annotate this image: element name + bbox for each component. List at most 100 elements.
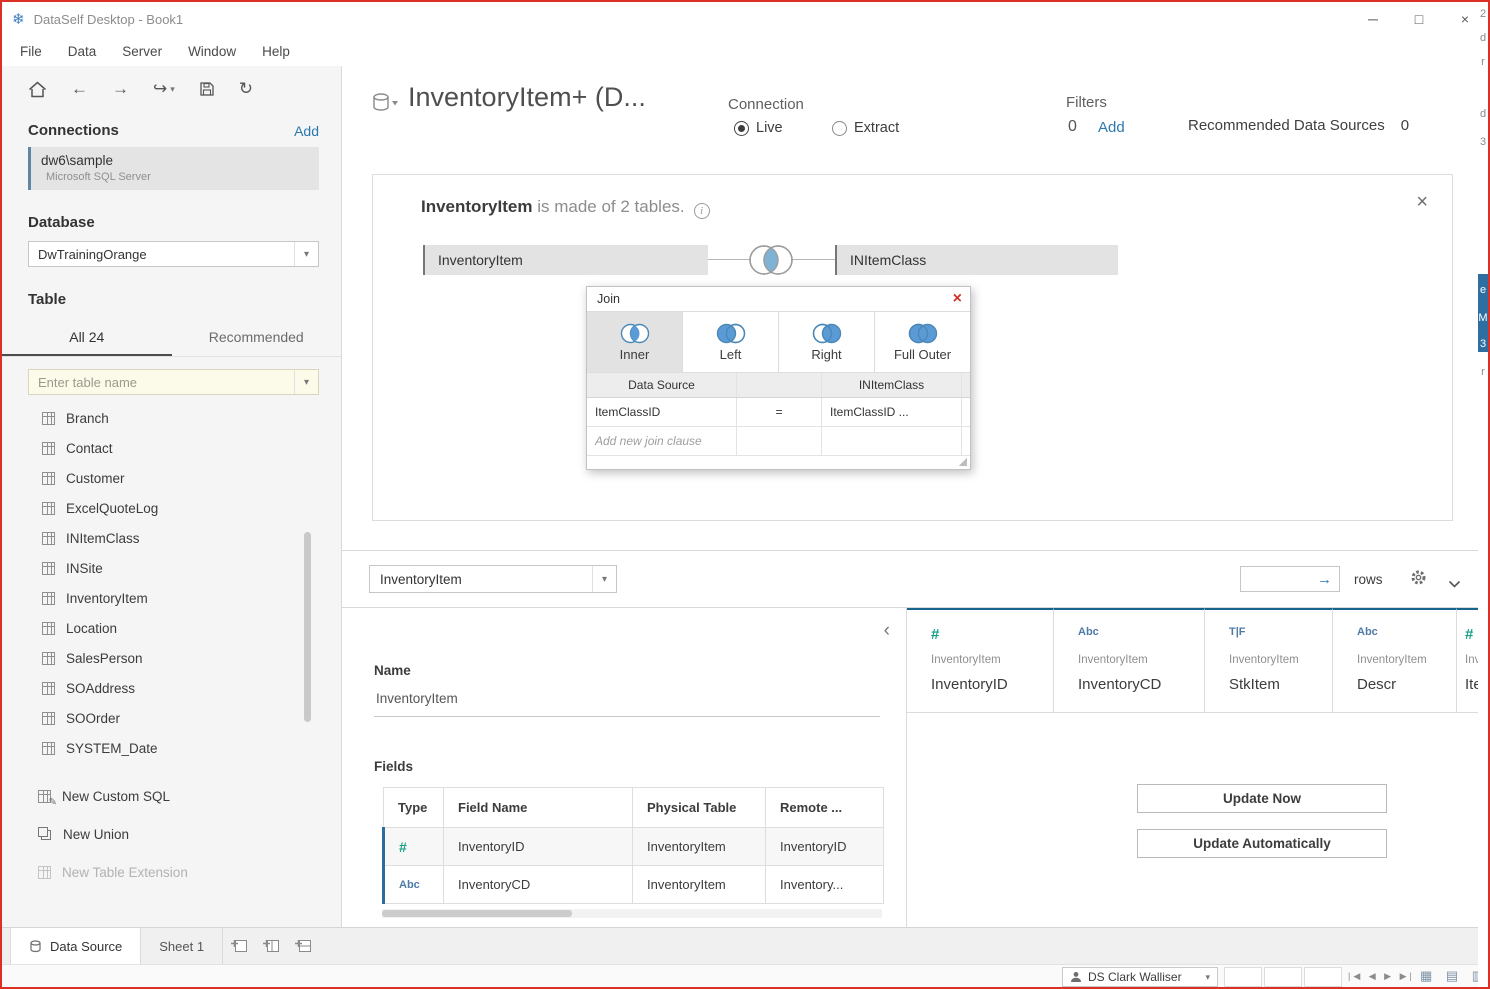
- clipped-text: r: [1478, 366, 1488, 378]
- save-button[interactable]: [199, 81, 215, 97]
- table-list: Branch Contact Customer ExcelQuoteLog IN…: [2, 403, 341, 771]
- refresh-button[interactable]: ↻: [239, 79, 253, 99]
- table-list-item[interactable]: SOAddress: [2, 673, 341, 703]
- grid-column-header[interactable]: # InventoryItem InventoryID: [907, 608, 1054, 713]
- field-row[interactable]: Abc InventoryCD InventoryItem Inventory.…: [384, 866, 884, 904]
- field-row[interactable]: # InventoryID InventoryItem InventoryID: [384, 828, 884, 866]
- preview-table-select[interactable]: InventoryItem ▾: [369, 565, 617, 593]
- radio-extract[interactable]: Extract: [832, 120, 899, 136]
- resize-grip[interactable]: [958, 457, 967, 466]
- app-icon: ❄: [12, 10, 25, 28]
- forward-button[interactable]: →: [112, 79, 129, 99]
- sheet-navigation[interactable]: |◀ ◀ ▶ ▶|: [1348, 971, 1415, 982]
- table-list-item[interactable]: SYSTEM_Date: [2, 733, 341, 763]
- clipped-text: 3: [1478, 136, 1488, 148]
- clipped-background-window: 2 d r d 3 e M 3 r: [1478, 2, 1488, 987]
- tab-data-source[interactable]: Data Source: [10, 928, 141, 964]
- new-custom-sql[interactable]: ✎ New Custom SQL: [2, 777, 341, 815]
- datasource-title[interactable]: InventoryItem+ (D...: [408, 82, 646, 113]
- menu-data[interactable]: Data: [68, 44, 97, 59]
- new-worksheet-button[interactable]: [223, 928, 255, 964]
- update-automatically-button[interactable]: Update Automatically: [1137, 829, 1387, 858]
- filters-add-link[interactable]: Add: [1098, 119, 1125, 136]
- join-type-full-outer[interactable]: Full Outer: [875, 312, 970, 372]
- tab-all[interactable]: All 24: [2, 322, 172, 356]
- gear-icon[interactable]: [1410, 569, 1427, 589]
- menu-help[interactable]: Help: [262, 44, 290, 59]
- datasource-icon[interactable]: [372, 92, 402, 117]
- connection-name: dw6\sample: [41, 153, 309, 168]
- radio-live[interactable]: Live: [734, 120, 783, 136]
- toolbar: ← → ↪▾ ↻: [2, 66, 341, 112]
- join-venn-icon[interactable]: [741, 241, 801, 282]
- join-clause-right[interactable]: ItemClassID ...: [822, 398, 962, 426]
- canvas-close-icon[interactable]: ×: [1416, 191, 1428, 214]
- table-icon: [42, 592, 55, 605]
- table-list-item[interactable]: SOOrder: [2, 703, 341, 733]
- collapse-panel-icon[interactable]: ‹: [884, 620, 890, 642]
- custom-sql-icon: ✎: [38, 790, 51, 803]
- go-arrow-icon[interactable]: →: [1317, 571, 1332, 588]
- table-list-item-partial[interactable]: [2, 763, 341, 771]
- maximize-button[interactable]: □: [1396, 2, 1442, 36]
- minimize-button[interactable]: ─: [1350, 2, 1396, 36]
- union-icon: [38, 827, 48, 837]
- join-type-left[interactable]: Left: [683, 312, 779, 372]
- table-search: ▾: [28, 369, 319, 395]
- join-clause-left[interactable]: ItemClassID: [587, 398, 737, 426]
- new-union[interactable]: New Union: [2, 815, 341, 853]
- redo-button[interactable]: ↪▾: [153, 79, 175, 99]
- user-menu[interactable]: DS Clark Walliser ▾: [1062, 967, 1218, 987]
- database-select[interactable]: DwTrainingOrange ▾: [28, 241, 319, 267]
- table-list-item[interactable]: Customer: [2, 463, 341, 493]
- canvas-table-right[interactable]: INItemClass: [835, 245, 1118, 275]
- table-list-item[interactable]: ExcelQuoteLog: [2, 493, 341, 523]
- table-list-item[interactable]: Branch: [2, 403, 341, 433]
- grid-column-header[interactable]: Abc InventoryItem InventoryCD: [1054, 608, 1205, 713]
- back-button[interactable]: ←: [71, 79, 88, 99]
- table-list-item[interactable]: Location: [2, 613, 341, 643]
- tab-recommended[interactable]: Recommended: [172, 322, 342, 356]
- rows-input[interactable]: →: [1240, 566, 1340, 592]
- new-dashboard-button[interactable]: [255, 928, 287, 964]
- grid-column-header[interactable]: T|F InventoryItem StkItem: [1205, 608, 1333, 713]
- join-dialog-close-icon[interactable]: ×: [953, 290, 962, 308]
- join-type-right[interactable]: Right: [779, 312, 875, 372]
- recommended-data-sources[interactable]: Recommended Data Sources 0: [1188, 117, 1409, 134]
- new-story-button[interactable]: [287, 928, 319, 964]
- update-now-button[interactable]: Update Now: [1137, 784, 1387, 813]
- add-connection-link[interactable]: Add: [294, 123, 319, 139]
- connection-subtitle: Microsoft SQL Server: [46, 171, 309, 183]
- grid-column-header[interactable]: Abc InventoryItem Descr: [1333, 608, 1457, 713]
- type-number-icon[interactable]: #: [384, 828, 444, 866]
- fields-horizontal-scrollbar[interactable]: [382, 909, 882, 918]
- type-string-icon[interactable]: Abc: [384, 866, 444, 904]
- new-table-extension[interactable]: New Table Extension: [2, 853, 341, 891]
- table-list-item[interactable]: Contact: [2, 433, 341, 463]
- chevron-down-icon[interactable]: [1448, 576, 1461, 591]
- table-icon: [42, 712, 55, 725]
- table-list-scrollbar[interactable]: [304, 532, 311, 722]
- tab-sheet1[interactable]: Sheet 1: [141, 928, 223, 964]
- fields-label: Fields: [374, 759, 413, 774]
- table-list-item[interactable]: INItemClass: [2, 523, 341, 553]
- join-clause-operator[interactable]: =: [737, 398, 822, 426]
- connections-heading: Connections: [28, 122, 119, 139]
- menu-server[interactable]: Server: [122, 44, 162, 59]
- chevron-down-icon: ▾: [170, 84, 175, 95]
- grid-column-header[interactable]: # Inve Iter: [1457, 608, 1478, 713]
- table-list-item[interactable]: INSite: [2, 553, 341, 583]
- add-join-clause[interactable]: Add new join clause: [587, 427, 737, 455]
- table-list-item[interactable]: InventoryItem: [2, 583, 341, 613]
- home-button[interactable]: [28, 81, 47, 98]
- info-icon[interactable]: i: [694, 203, 710, 219]
- canvas-table-left[interactable]: InventoryItem: [423, 245, 708, 275]
- table-list-item[interactable]: SalesPerson: [2, 643, 341, 673]
- menu-window[interactable]: Window: [188, 44, 236, 59]
- connection-item[interactable]: dw6\sample Microsoft SQL Server: [28, 147, 319, 190]
- name-field[interactable]: InventoryItem: [376, 691, 458, 706]
- table-search-input[interactable]: [29, 375, 318, 390]
- clipped-text: d: [1478, 32, 1488, 44]
- menu-file[interactable]: File: [20, 44, 42, 59]
- join-type-inner[interactable]: Inner: [587, 312, 683, 372]
